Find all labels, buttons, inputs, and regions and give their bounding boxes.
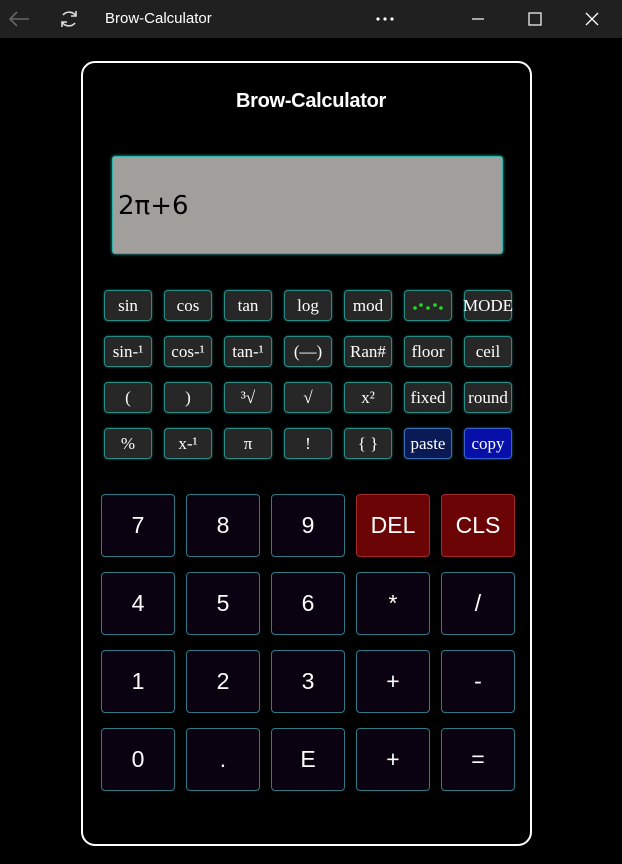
open-paren-button[interactable]: ( (104, 382, 152, 413)
title-bar: Brow-Calculator (0, 0, 622, 38)
pi-button[interactable]: π (224, 428, 272, 459)
key-1[interactable]: 1 (101, 650, 175, 713)
more-button[interactable] (370, 0, 400, 38)
exponent-button[interactable]: E (271, 728, 345, 791)
close-paren-button[interactable]: ) (164, 382, 212, 413)
reciprocal-button[interactable]: x-¹ (164, 428, 212, 459)
maximize-button[interactable] (517, 0, 553, 38)
negate-button[interactable]: (—) (284, 336, 332, 367)
delete-button[interactable]: DEL (356, 494, 430, 557)
copy-button[interactable]: copy (464, 428, 512, 459)
clear-screen-button[interactable]: CLS (441, 494, 515, 557)
fixed-button[interactable]: fixed (404, 382, 452, 413)
close-icon (585, 12, 599, 26)
plus-button[interactable]: + (356, 650, 430, 713)
cube-root-button[interactable]: ³√ (224, 382, 272, 413)
key-8[interactable]: 8 (186, 494, 260, 557)
key-7[interactable]: 7 (101, 494, 175, 557)
refresh-button[interactable] (54, 0, 84, 38)
dots-indicator-icon (413, 302, 443, 310)
cos-button[interactable]: cos (164, 290, 212, 321)
atan-button[interactable]: tan-¹ (224, 336, 272, 367)
close-button[interactable] (574, 0, 610, 38)
key-5[interactable]: 5 (186, 572, 260, 635)
factorial-button[interactable]: ! (284, 428, 332, 459)
refresh-icon (61, 11, 77, 27)
random-button[interactable]: Ran# (344, 336, 392, 367)
percent-button[interactable]: % (104, 428, 152, 459)
key-9[interactable]: 9 (271, 494, 345, 557)
more-icon (376, 17, 394, 21)
back-button[interactable] (2, 0, 36, 38)
equals-button[interactable]: = (441, 728, 515, 791)
decimal-button[interactable]: . (186, 728, 260, 791)
app-title: Brow-Calculator (236, 90, 386, 112)
mod-button[interactable]: mod (344, 290, 392, 321)
key-6[interactable]: 6 (271, 572, 345, 635)
square-button[interactable]: x² (344, 382, 392, 413)
acos-button[interactable]: cos-¹ (164, 336, 212, 367)
key-4[interactable]: 4 (101, 572, 175, 635)
plus-button-2[interactable]: + (356, 728, 430, 791)
minimize-icon (472, 18, 484, 20)
asin-button[interactable]: sin-¹ (104, 336, 152, 367)
minus-button[interactable]: - (441, 650, 515, 713)
maximize-icon (528, 12, 542, 26)
window-title: Brow-Calculator (105, 10, 212, 27)
log-button[interactable]: log (284, 290, 332, 321)
floor-button[interactable]: floor (404, 336, 452, 367)
mode-button[interactable]: MODE (463, 290, 513, 321)
round-button[interactable]: round (464, 382, 512, 413)
minimize-button[interactable] (460, 0, 496, 38)
sin-button[interactable]: sin (104, 290, 152, 321)
multiply-button[interactable]: * (356, 572, 430, 635)
dots-button[interactable] (404, 290, 452, 321)
divide-button[interactable]: / (441, 572, 515, 635)
braces-button[interactable]: { } (344, 428, 392, 459)
tan-button[interactable]: tan (224, 290, 272, 321)
ceil-button[interactable]: ceil (464, 336, 512, 367)
back-arrow-icon (8, 11, 29, 27)
paste-button[interactable]: paste (404, 428, 452, 459)
key-3[interactable]: 3 (271, 650, 345, 713)
key-2[interactable]: 2 (186, 650, 260, 713)
sqrt-button[interactable]: √ (284, 382, 332, 413)
key-0[interactable]: 0 (101, 728, 175, 791)
calculator-display: 2π+6 (112, 156, 503, 254)
display-value: 2π+6 (118, 191, 189, 221)
